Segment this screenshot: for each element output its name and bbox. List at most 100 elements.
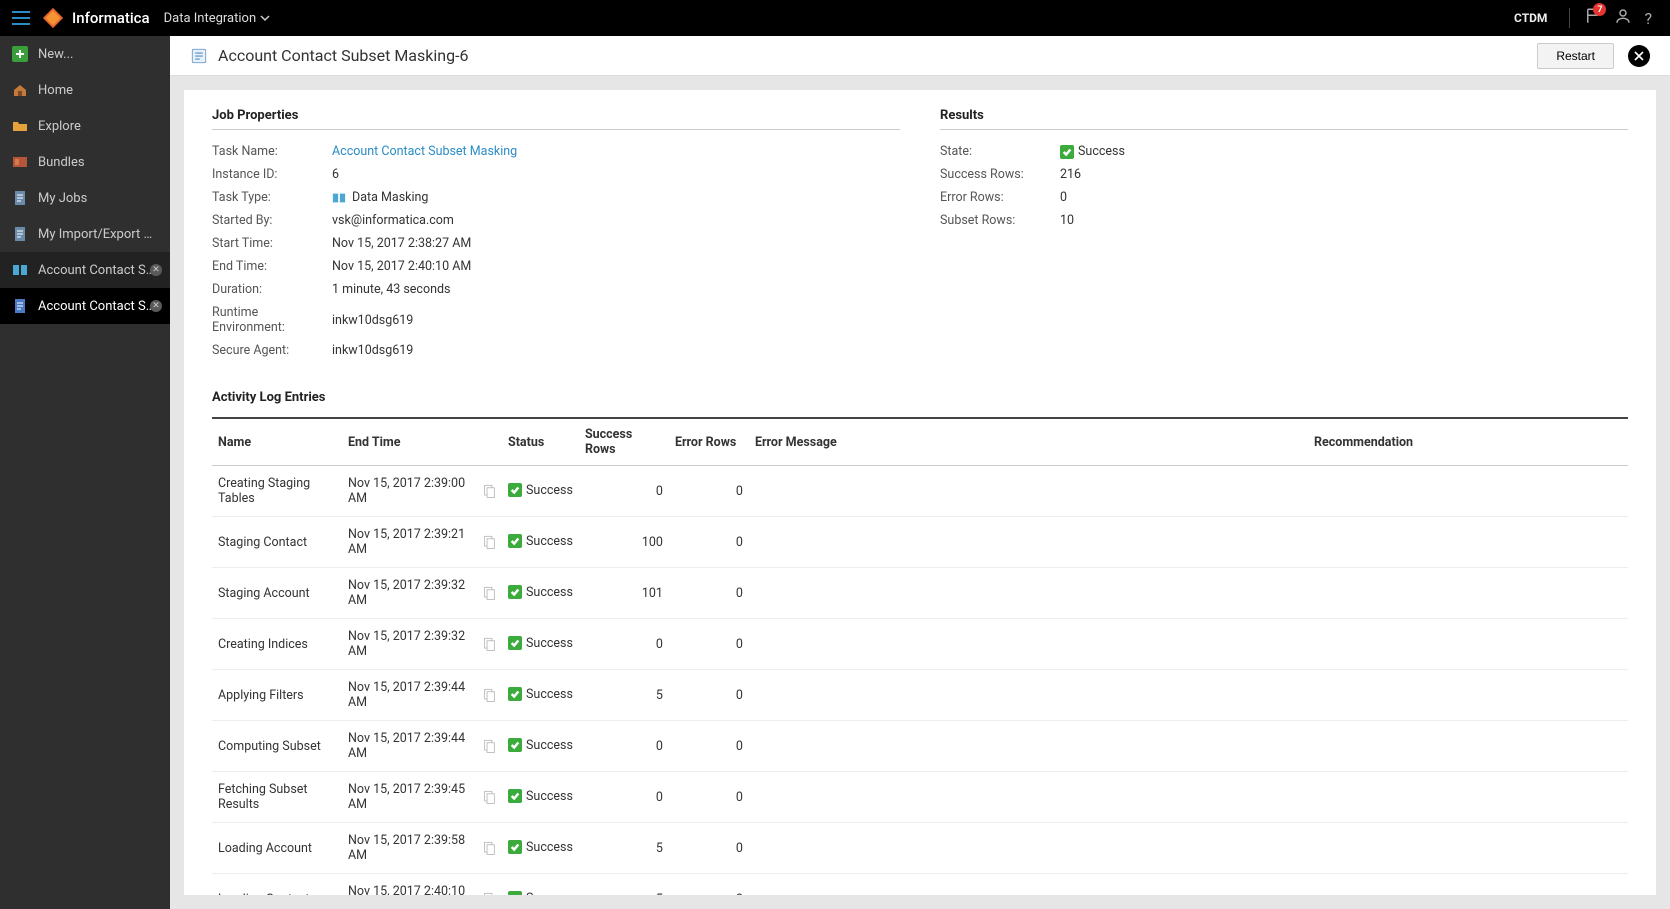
- folder-icon: [12, 118, 28, 134]
- log-download-icon[interactable]: [483, 790, 496, 804]
- subset-rows-value: 10: [1060, 213, 1074, 228]
- subset-rows-label: Subset Rows:: [940, 213, 1060, 228]
- task-icon: [190, 47, 208, 65]
- job-properties-heading: Job Properties: [212, 108, 900, 130]
- cell-status: Success: [502, 568, 579, 619]
- help-button[interactable]: ?: [1644, 9, 1652, 28]
- cell-success-rows: 101: [579, 568, 669, 619]
- cell-name: Staging Account: [212, 568, 342, 619]
- cell-success-rows: 0: [579, 772, 669, 823]
- table-row: Creating Staging TablesNov 15, 2017 2:39…: [212, 466, 1628, 517]
- log-download-icon[interactable]: [483, 688, 496, 702]
- task-type-label: Task Type:: [212, 190, 332, 205]
- log-download-icon[interactable]: [483, 535, 496, 549]
- bundle-icon: [12, 154, 28, 170]
- notifications-button[interactable]: 7: [1584, 7, 1602, 29]
- sidebar-item-account-contact-su[interactable]: Account Contact Su...✕: [0, 288, 170, 324]
- close-tab-icon[interactable]: ✕: [150, 264, 162, 276]
- log-download-icon[interactable]: [483, 586, 496, 600]
- brand-logo-icon: [42, 7, 64, 29]
- cell-status: Success: [502, 517, 579, 568]
- cell-end-time: Nov 15, 2017 2:40:10 AM: [342, 874, 502, 896]
- sidebar-item-explore[interactable]: Explore: [0, 108, 170, 144]
- cell-recommendation: [1308, 721, 1628, 772]
- start-time-value: Nov 15, 2017 2:38:27 AM: [332, 236, 471, 251]
- sidebar-item-label: My Jobs: [38, 191, 158, 206]
- table-row: Applying FiltersNov 15, 2017 2:39:44 AM …: [212, 670, 1628, 721]
- cell-error-message: [749, 619, 1308, 670]
- cell-success-rows: 5: [579, 874, 669, 896]
- cell-status: Success: [502, 721, 579, 772]
- success-rows-label: Success Rows:: [940, 167, 1060, 182]
- cell-success-rows: 100: [579, 517, 669, 568]
- cell-error-rows: 0: [669, 670, 749, 721]
- cell-error-message: [749, 772, 1308, 823]
- page-header: Account Contact Subset Masking-6 Restart: [170, 36, 1670, 76]
- user-button[interactable]: [1614, 7, 1632, 29]
- menu-icon[interactable]: [12, 11, 30, 25]
- restart-button[interactable]: Restart: [1537, 43, 1614, 69]
- cell-error-message: [749, 721, 1308, 772]
- sidebar-item-home[interactable]: Home: [0, 72, 170, 108]
- doc-icon: [12, 226, 28, 242]
- close-icon: [1634, 51, 1644, 61]
- col-error-rows: Error Rows: [669, 418, 749, 466]
- task-name-link[interactable]: Account Contact Subset Masking: [332, 144, 517, 159]
- sidebar-item-my-import-export-logs[interactable]: My Import/Export Logs: [0, 216, 170, 252]
- cell-end-time: Nov 15, 2017 2:39:44 AM: [342, 721, 502, 772]
- cell-name: Creating Staging Tables: [212, 466, 342, 517]
- log-download-icon[interactable]: [483, 637, 496, 651]
- cell-name: Applying Filters: [212, 670, 342, 721]
- sidebar-item-new[interactable]: New...: [0, 36, 170, 72]
- cell-success-rows: 0: [579, 466, 669, 517]
- details-panel: Job Properties Task Name:Account Contact…: [184, 90, 1656, 895]
- end-time-label: End Time:: [212, 259, 332, 274]
- duration-value: 1 minute, 43 seconds: [332, 282, 451, 297]
- close-tab-icon[interactable]: ✕: [150, 300, 162, 312]
- log-download-icon[interactable]: [483, 841, 496, 855]
- runtime-env-label: Runtime Environment:: [212, 305, 332, 335]
- cell-recommendation: [1308, 772, 1628, 823]
- cell-error-rows: 0: [669, 517, 749, 568]
- data-masking-icon: [332, 191, 346, 205]
- task-name-label: Task Name:: [212, 144, 332, 159]
- col-status: Status: [502, 418, 579, 466]
- cell-name: Loading Contact: [212, 874, 342, 896]
- runtime-env-value: inkw10dsg619: [332, 305, 413, 335]
- cell-name: Loading Account: [212, 823, 342, 874]
- cell-success-rows: 0: [579, 619, 669, 670]
- cell-end-time: Nov 15, 2017 2:39:44 AM: [342, 670, 502, 721]
- success-check-icon: [508, 840, 522, 854]
- success-check-icon: [508, 483, 522, 497]
- sidebar-item-my-jobs[interactable]: My Jobs: [0, 180, 170, 216]
- instance-id-value: 6: [332, 167, 339, 182]
- sidebar-item-label: New...: [38, 47, 158, 62]
- log-download-icon[interactable]: [483, 892, 496, 895]
- cell-error-rows: 0: [669, 568, 749, 619]
- sidebar-item-bundles[interactable]: Bundles: [0, 144, 170, 180]
- col-recommendation: Recommendation: [1308, 418, 1628, 466]
- cell-name: Creating Indices: [212, 619, 342, 670]
- secure-agent-label: Secure Agent:: [212, 343, 332, 358]
- sidebar-item-label: Account Contact Su...: [38, 299, 158, 314]
- success-check-icon: [508, 738, 522, 752]
- module-selector[interactable]: Data Integration: [164, 11, 271, 26]
- table-row: Loading AccountNov 15, 2017 2:39:58 AM S…: [212, 823, 1628, 874]
- close-button[interactable]: [1628, 45, 1650, 67]
- started-by-label: Started By:: [212, 213, 332, 228]
- cell-error-message: [749, 568, 1308, 619]
- success-check-icon: [508, 534, 522, 548]
- state-value: Success: [1060, 144, 1125, 159]
- cell-status: Success: [502, 619, 579, 670]
- cell-end-time: Nov 15, 2017 2:39:32 AM: [342, 568, 502, 619]
- module-label: Data Integration: [164, 11, 257, 26]
- task-type-value: Data Masking: [332, 190, 428, 205]
- table-row: Staging AccountNov 15, 2017 2:39:32 AM S…: [212, 568, 1628, 619]
- sidebar-item-account-contact-su[interactable]: Account Contact Su...✕: [0, 252, 170, 288]
- doc-icon: [12, 190, 28, 206]
- log-download-icon[interactable]: [483, 484, 496, 498]
- table-row: Creating IndicesNov 15, 2017 2:39:32 AM …: [212, 619, 1628, 670]
- cell-status: Success: [502, 466, 579, 517]
- results-heading: Results: [940, 108, 1628, 130]
- log-download-icon[interactable]: [483, 739, 496, 753]
